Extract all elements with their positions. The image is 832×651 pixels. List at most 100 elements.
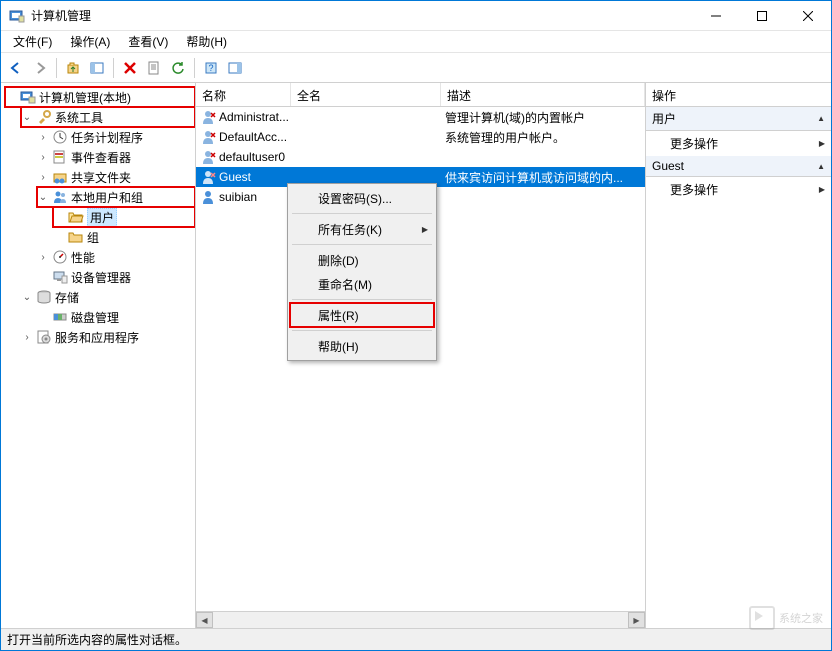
tree-label: 服务和应用程序 [55,329,139,346]
horizontal-scrollbar[interactable]: ◀ ▶ [196,611,645,628]
ctx-set-password[interactable]: 设置密码(S)... [290,186,434,210]
tree-device-manager[interactable]: 设备管理器 [37,267,195,287]
cell-description: 系统管理的用户帐户。 [441,129,645,146]
expand-icon[interactable]: › [21,331,33,343]
column-fullname[interactable]: 全名 [291,83,441,106]
close-button[interactable] [785,1,831,31]
action-section-guest[interactable]: Guest ▲ [646,156,831,177]
list-row[interactable]: Administrat... 管理计算机(域)的内置帐户 [196,107,645,127]
show-hide-tree-button[interactable] [86,57,108,79]
app-icon [9,8,25,24]
tools-icon [36,109,52,125]
up-button[interactable] [62,57,84,79]
tree-label: 设备管理器 [71,269,131,286]
cell-name: suibian [219,190,257,204]
tree-label: 任务计划程序 [71,129,143,146]
ctx-properties[interactable]: 属性(R) [290,303,434,327]
ctx-separator [292,330,432,331]
collapse-arrow-icon: ▲ [817,114,825,123]
back-button[interactable] [5,57,27,79]
folder-open-icon [68,209,84,225]
user-icon [200,189,216,205]
tree-users[interactable]: 用户 [53,207,195,227]
column-name[interactable]: 名称 [196,83,291,106]
tree-label: 事件查看器 [71,149,131,166]
delete-button[interactable] [119,57,141,79]
action-section-users[interactable]: 用户 ▲ [646,107,831,131]
user-disabled-icon [200,109,216,125]
collapse-arrow-icon: ▲ [817,162,825,171]
tree-label: 计算机管理(本地) [39,89,131,106]
toolbar: ? [1,53,831,83]
action-pane-button[interactable] [224,57,246,79]
tree-event-viewer[interactable]: › 事件查看器 [37,147,195,167]
scroll-left-button[interactable]: ◀ [196,612,213,628]
tree-groups[interactable]: 组 [53,227,195,247]
menu-file[interactable]: 文件(F) [5,31,60,52]
cell-description: 管理计算机(域)的内置帐户 [441,109,645,126]
action-section-label: Guest [652,159,684,173]
action-more-guest[interactable]: 更多操作 ▶ [646,177,831,202]
status-text: 打开当前所选内容的属性对话框。 [7,631,187,648]
ctx-help[interactable]: 帮助(H) [290,334,434,358]
tree-task-scheduler[interactable]: › 任务计划程序 [37,127,195,147]
device-icon [52,269,68,285]
minimize-button[interactable] [693,1,739,31]
tree-system-tools[interactable]: ⌄ 系统工具 [21,107,195,127]
cell-name: Guest [219,170,251,184]
expand-icon[interactable]: › [37,171,49,183]
action-item-label: 更多操作 [670,181,718,198]
computer-mgmt-icon [20,89,36,105]
maximize-button[interactable] [739,1,785,31]
tree-performance[interactable]: › 性能 [37,247,195,267]
column-description[interactable]: 描述 [441,83,645,106]
tree-root[interactable]: 计算机管理(本地) [5,87,195,107]
help-button[interactable]: ? [200,57,222,79]
tree-pane[interactable]: 计算机管理(本地) ⌄ 系统工具 › [1,83,196,628]
menu-action[interactable]: 操作(A) [62,31,118,52]
tree-services-apps[interactable]: › 服务和应用程序 [21,327,195,347]
services-icon [36,329,52,345]
tree-local-users-groups[interactable]: ⌄ 本地用户和组 [37,187,195,207]
user-disabled-icon [200,169,216,185]
expand-icon[interactable]: ⌄ [21,291,33,303]
tree-disk-management[interactable]: 磁盘管理 [37,307,195,327]
ctx-label: 所有任务(K) [318,221,382,238]
expand-icon[interactable]: › [37,131,49,143]
expand-icon[interactable]: › [37,251,49,263]
forward-button[interactable] [29,57,51,79]
menu-help[interactable]: 帮助(H) [178,31,235,52]
cell-description: 供来宾访问计算机或访问域的内... [441,169,645,186]
toolbar-separator [113,58,114,78]
tree-label: 共享文件夹 [71,169,131,186]
tree-label: 存储 [55,289,79,306]
cell-name: Administrat... [219,110,289,124]
properties-button[interactable] [143,57,165,79]
ctx-separator [292,213,432,214]
action-pane: 操作 用户 ▲ 更多操作 ▶ Guest ▲ 更多操作 ▶ [646,83,831,628]
expand-icon[interactable]: ⌄ [37,191,49,203]
list-row[interactable]: defaultuser0 [196,147,645,167]
ctx-all-tasks[interactable]: 所有任务(K)▶ [290,217,434,241]
expand-icon[interactable]: › [37,151,49,163]
expand-icon[interactable]: ⌄ [21,111,33,123]
scroll-right-button[interactable]: ▶ [628,612,645,628]
ctx-rename[interactable]: 重命名(M) [290,272,434,296]
menu-view[interactable]: 查看(V) [120,31,176,52]
ctx-delete[interactable]: 删除(D) [290,248,434,272]
collapse-icon[interactable] [5,91,17,103]
list-row[interactable]: DefaultAcc... 系统管理的用户帐户。 [196,127,645,147]
app-window: 计算机管理 文件(F) 操作(A) 查看(V) 帮助(H) ? [0,0,832,651]
tree-label: 系统工具 [55,109,103,126]
submenu-arrow-icon: ▶ [819,139,825,148]
ctx-label: 删除(D) [318,252,359,269]
disk-icon [52,309,68,325]
storage-icon [36,289,52,305]
tree-storage[interactable]: ⌄ 存储 [21,287,195,307]
scroll-track[interactable] [213,612,628,628]
ctx-label: 帮助(H) [318,338,359,355]
tree-label: 用户 [87,208,117,227]
tree-shared-folders[interactable]: › 共享文件夹 [37,167,195,187]
action-more-users[interactable]: 更多操作 ▶ [646,131,831,156]
refresh-button[interactable] [167,57,189,79]
